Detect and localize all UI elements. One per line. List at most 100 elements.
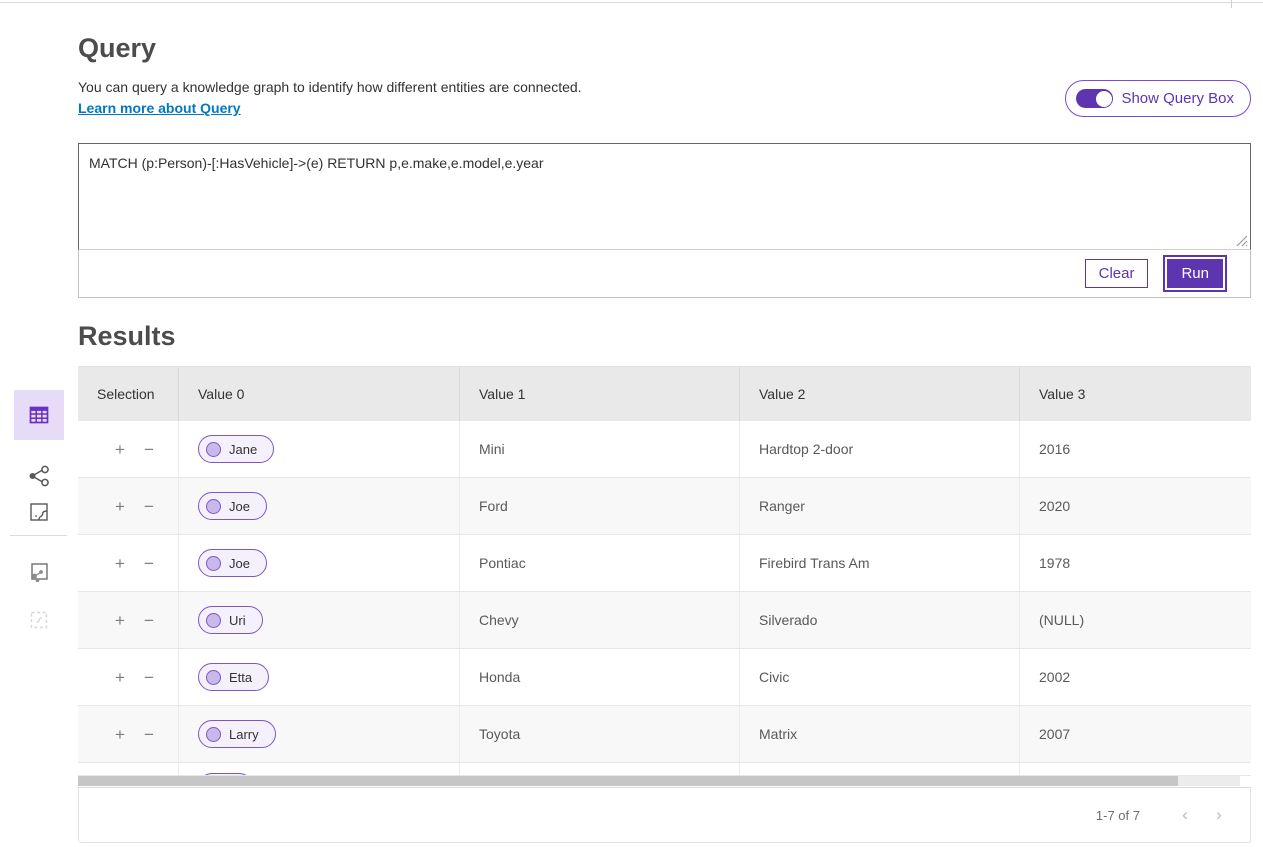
model-cell: Silverado [739,592,1019,648]
select-remove-button[interactable]: − [144,669,154,686]
year-cell: 2002 [1019,649,1251,705]
page-title: Query [78,33,156,64]
entity-cell: Uri [178,592,459,648]
column-header-selection: Selection [78,367,178,421]
column-header-value1: Value 1 [459,367,739,421]
entity-pill[interactable]: Joe [198,549,267,577]
entity-pill[interactable]: Larry [198,720,276,748]
selection-cell: + − [78,706,178,762]
results-title: Results [78,321,176,352]
entity-cell: Etta [178,649,459,705]
entity-label: Etta [229,670,252,685]
make-cell: Pontiac [459,535,739,591]
sidebar-item-table-view[interactable] [14,390,64,440]
entity-dot-icon [206,499,221,514]
entity-cell: Jane [178,421,459,477]
select-remove-button[interactable]: − [144,612,154,629]
select-remove-button[interactable]: − [144,555,154,572]
select-add-button[interactable]: + [115,726,125,743]
model-cell: Matrix [739,706,1019,762]
query-input[interactable]: MATCH (p:Person)-[:HasVehicle]->(e) RETU… [78,143,1251,250]
scrollbar-corner-tick [1231,0,1232,8]
entity-dot-icon [206,556,221,571]
entity-pill[interactable]: Jane [198,435,274,463]
entity-pill[interactable]: Etta [198,663,269,691]
query-panel: MATCH (p:Person)-[:HasVehicle]->(e) RETU… [78,143,1251,298]
horizontal-scrollbar [78,776,1251,787]
sidebar-item-add-to-map [14,595,64,645]
query-page: Query You can query a knowledge graph to… [0,0,1263,847]
select-remove-button[interactable]: − [144,726,154,743]
table-body: + − Jane Mini Hardtop 2-door 2016 + − [78,421,1251,763]
column-header-value3: Value 3 [1019,367,1251,421]
table-header-row: Selection Value 0 Value 1 Value 2 Value … [78,366,1251,421]
table-row: + − Jane Mini Hardtop 2-door 2016 [78,421,1251,478]
select-add-button[interactable]: + [115,498,125,515]
learn-more-link[interactable]: Learn more about Query [78,100,241,116]
make-cell: Chevy [459,592,739,648]
make-cell: Honda [459,649,739,705]
year-cell: 2020 [1019,478,1251,534]
link-chart-view-icon [26,463,52,489]
year-cell: (NULL) [1019,592,1251,648]
entity-label: Jane [229,442,257,457]
selection-cell: + − [78,535,178,591]
run-button[interactable]: Run [1167,259,1223,288]
selection-cell: + − [78,421,178,477]
table-view-icon [27,403,51,427]
pagination-next-button[interactable]: › [1206,802,1232,828]
table-row: + − Joe Pontiac Firebird Trans Am 1978 [78,535,1251,592]
column-header-value2: Value 2 [739,367,1019,421]
show-query-box-toggle[interactable]: Show Query Box [1065,80,1251,117]
entity-pill[interactable]: Uri [198,606,263,634]
horizontal-scrollbar-thumb[interactable] [78,776,1178,786]
year-cell: 2007 [1019,706,1251,762]
entity-dot-icon [206,670,221,685]
sidebar-item-map-view[interactable] [14,487,64,537]
model-cell: Ranger [739,478,1019,534]
pagination-bar: 1-7 of 7 ‹ › [78,787,1251,843]
select-remove-button[interactable]: − [144,441,154,458]
table-row: + − Joe Ford Ranger 2020 [78,478,1251,535]
entity-dot-icon [206,613,221,628]
sidebar-divider [10,535,67,536]
select-add-button[interactable]: + [115,612,125,629]
toggle-switch-icon[interactable] [1076,89,1113,108]
model-cell: Firebird Trans Am [739,535,1019,591]
select-add-button[interactable]: + [115,669,125,686]
make-cell: Toyota [459,706,739,762]
pagination-prev-button[interactable]: ‹ [1172,802,1198,828]
entity-pill[interactable]: Joe [198,492,267,520]
make-cell: Ford [459,478,739,534]
model-cell: Hardtop 2-door [739,421,1019,477]
selection-cell: + − [78,649,178,705]
column-header-value0: Value 0 [178,367,459,421]
entity-cell: Joe [178,478,459,534]
table-row: + − Etta Honda Civic 2002 [78,649,1251,706]
sidebar-item-add-to-link-chart[interactable] [14,547,64,597]
selection-cell: + − [78,478,178,534]
table-row: + − Uri Chevy Silverado (NULL) [78,592,1251,649]
entity-cell: Joe [178,535,459,591]
select-add-button[interactable]: + [115,555,125,572]
entity-label: Uri [229,613,246,628]
query-footer: Clear Run [78,250,1251,298]
entity-label: Joe [229,556,250,571]
add-to-link-chart-icon [27,560,51,584]
results-table: Selection Value 0 Value 1 Value 2 Value … [78,366,1251,776]
pagination-range-label: 1-7 of 7 [1096,808,1140,823]
year-cell: 1978 [1019,535,1251,591]
select-add-button[interactable]: + [115,441,125,458]
year-cell: 2016 [1019,421,1251,477]
toggle-label: Show Query Box [1121,90,1234,107]
page-description: You can query a knowledge graph to ident… [78,79,582,95]
select-remove-button[interactable]: − [144,498,154,515]
entity-label: Larry [229,727,259,742]
model-cell: Civic [739,649,1019,705]
entity-dot-icon [206,442,221,457]
map-view-icon [27,500,51,524]
add-to-map-icon [27,608,51,632]
entity-label: Joe [229,499,250,514]
clear-button[interactable]: Clear [1085,259,1149,288]
table-row-partial [78,763,1251,776]
